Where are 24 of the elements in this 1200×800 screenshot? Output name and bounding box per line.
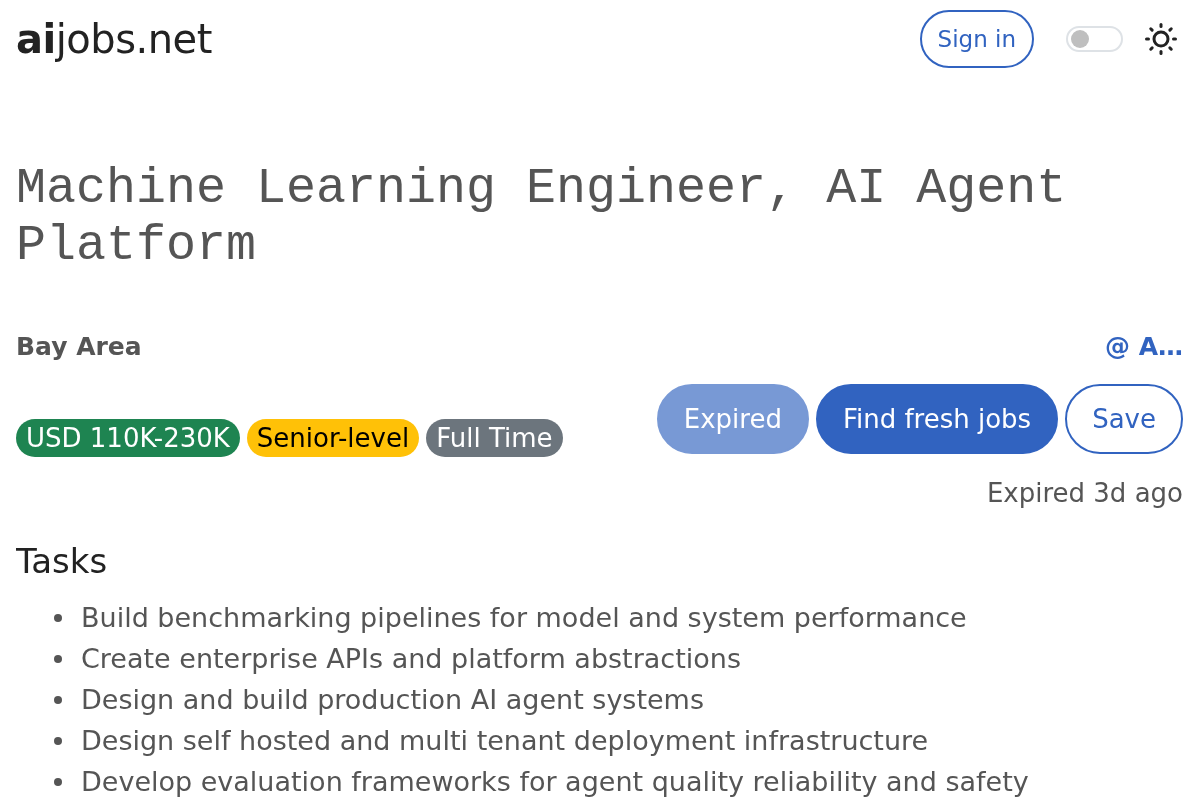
bullet-icon xyxy=(54,777,62,786)
task-item: Develop evaluation frameworks for agent quality reliability and safety xyxy=(81,765,1029,798)
site-logo[interactable]: aijobs.net xyxy=(16,15,212,63)
primary-button[interactable]: Find fresh jobs xyxy=(815,384,1059,454)
task-item: Design and build production AI agent systems xyxy=(81,683,704,716)
bullet-icon xyxy=(54,654,62,663)
bullet-icon xyxy=(54,695,62,704)
sign-in-button[interactable]: Sign in xyxy=(919,10,1034,68)
theme-toggle[interactable] xyxy=(1066,26,1123,52)
section-heading: Tasks xyxy=(16,540,109,583)
expiry-note: Expired 3d ago xyxy=(986,477,1183,510)
bullet-icon xyxy=(54,613,62,622)
company-link[interactable]: @ A… xyxy=(1104,329,1183,365)
job-location: Bay Area xyxy=(16,331,142,363)
tag-badge: Full Time xyxy=(426,419,563,457)
task-item: Design self hosted and multi tenant deployment infrastructure xyxy=(81,724,929,757)
sun-icon[interactable] xyxy=(1145,23,1177,55)
tag-badge: Senior-level xyxy=(246,419,420,457)
task-item: Create enterprise APIs and platform abstractions xyxy=(81,642,741,675)
bullet-icon xyxy=(54,736,62,745)
outline-button[interactable]: Save xyxy=(1065,384,1183,454)
task-item: Build benchmarking pipelines for model and system performance xyxy=(81,601,967,634)
tag-badge: USD 110K-230K xyxy=(16,419,240,457)
job-title: Machine Learning Engineer, AI Agent Platform xyxy=(16,160,1068,274)
